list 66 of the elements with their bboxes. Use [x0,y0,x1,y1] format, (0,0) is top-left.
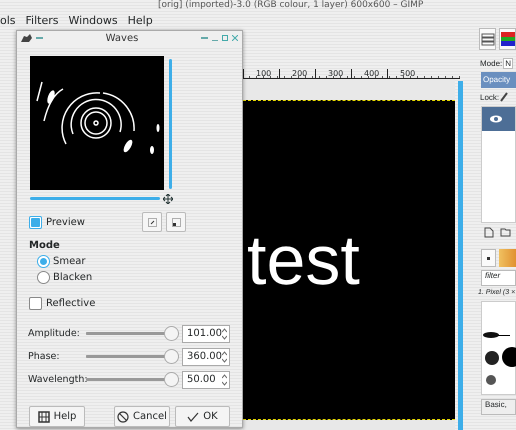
check-icon [187,412,200,422]
slider-thumb[interactable] [164,349,179,364]
vertical-scrollbar[interactable] [169,58,172,189]
value-spinbox[interactable]: 101.00 [182,324,230,342]
slider[interactable] [86,349,179,364]
spin-arrows-icon[interactable] [222,374,227,386]
radio-label: Blacken [53,272,92,284]
split-view-icon [172,218,180,227]
preview-checkbox[interactable] [29,216,42,229]
preview-label: Preview [46,216,85,228]
slider-label: Wavelength: [28,374,88,385]
scrollbar[interactable] [458,81,463,430]
slider-thumb[interactable] [164,326,179,341]
layers-icon [480,32,494,46]
slider[interactable] [86,372,179,387]
menu-item[interactable]: ols [0,14,16,26]
ruler: 100 200 300 400 500 [243,66,460,79]
zoom-fit-icon [148,218,156,227]
menu-item[interactable]: Help [128,14,153,26]
split-view-button[interactable] [166,212,186,232]
mode-dropdown[interactable]: N [503,58,514,68]
reflective-checkbox[interactable] [29,297,42,310]
brushes-tab[interactable] [481,249,496,267]
channels-tab[interactable] [499,28,516,50]
spin-arrows-icon[interactable] [222,350,227,362]
layers-tab[interactable] [479,28,496,50]
reflective-label: Reflective [46,298,96,310]
canvas-text: test [247,225,360,295]
close-icon[interactable] [232,35,238,42]
slider-label: Phase: [28,351,61,362]
value-spinbox[interactable]: 360.00 [182,348,230,366]
value-spinbox[interactable]: 50.00 [182,370,230,388]
brush-icon[interactable] [500,92,508,102]
menu-item[interactable]: Filters [26,14,59,26]
radio-label: Smear [53,256,86,268]
new-layer-icon[interactable] [484,227,494,238]
radio-button[interactable] [37,255,50,268]
spin-arrows-icon[interactable] [222,328,227,340]
maximize-icon[interactable] [222,35,228,42]
shade-icon[interactable] [201,36,208,40]
menu-item[interactable]: Windows [68,14,118,26]
folder-icon[interactable] [500,227,511,237]
ok-button[interactable]: OK [175,406,230,427]
radio-button[interactable] [37,271,50,284]
slider[interactable] [86,326,179,341]
eye-icon[interactable] [490,115,502,123]
help-button[interactable]: Help [29,406,85,427]
mode-label: Mode: [480,58,502,68]
cancel-icon [117,410,130,422]
slider-thumb[interactable] [164,372,179,387]
help-icon [38,410,50,422]
filter-field[interactable]: filter [481,270,516,286]
slider-label: Amplitude: [28,328,81,339]
cancel-button[interactable]: Cancel [114,406,170,427]
opacity-label: Opacity [483,75,510,84]
dialog-title: Waves [104,32,140,44]
layer-row[interactable] [482,107,515,131]
lock-label: Lock: [480,92,500,102]
mode-heading: Mode [29,240,61,252]
zoom-fit-button[interactable] [142,212,162,232]
horizontal-scrollbar[interactable] [30,197,160,200]
move-icon[interactable] [163,194,173,204]
channels-icon [500,32,514,46]
minimize-icon[interactable] [36,36,43,40]
window-title: [orig] (imported)-3.0 (RGB colour, 1 layer) 600x600 – GIMP [158,0,424,10]
brush-set-dropdown[interactable]: Basic, [481,399,516,415]
